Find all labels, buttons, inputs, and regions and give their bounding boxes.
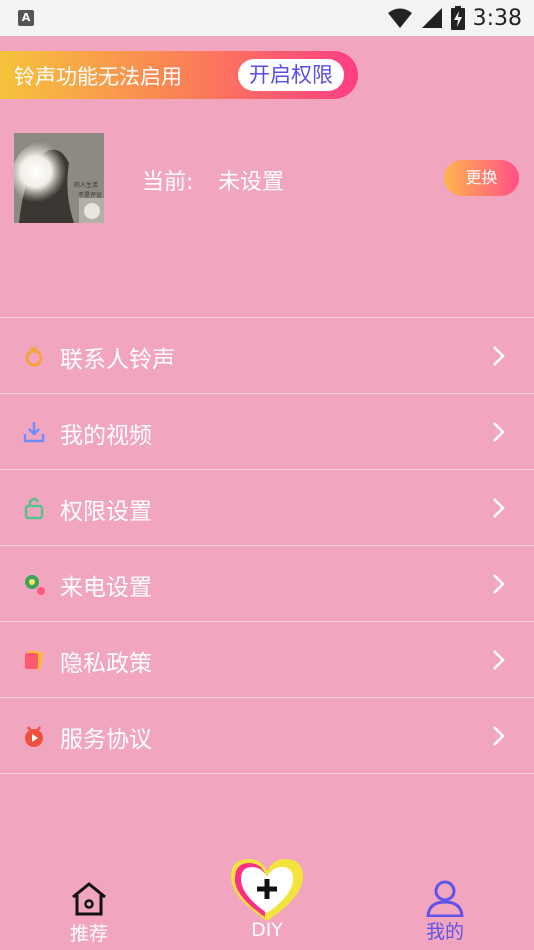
enable-permission-button[interactable]: 开启权限 — [238, 59, 344, 91]
thumbnail-caption-1: 的人生活 — [74, 181, 98, 189]
menu-item-label: 来电设置 — [60, 575, 152, 601]
ringtone-thumbnail[interactable]: 的人生活 不是评论 — [14, 133, 104, 223]
banner-text: 铃声功能无法启用 — [14, 65, 182, 89]
wifi-icon — [387, 8, 412, 28]
chevron-right-icon — [493, 422, 505, 442]
menu-item-permission-settings[interactable]: 权限设置 — [0, 470, 534, 546]
menu-item-label: 联系人铃声 — [60, 347, 175, 373]
call-settings-icon — [25, 575, 45, 595]
menu-item-contact-ringtone[interactable]: 联系人铃声 — [0, 318, 534, 394]
menu-item-service-agreement[interactable]: 服务协议 — [0, 698, 534, 774]
menu-item-my-videos[interactable]: 我的视频 — [0, 394, 534, 470]
tab-label: 推荐 — [69, 923, 108, 945]
chevron-right-icon — [493, 650, 505, 670]
battery-charging-icon — [450, 6, 465, 30]
menu-item-label: 权限设置 — [60, 499, 152, 525]
chevron-right-icon — [493, 726, 505, 746]
current-label: 当前: — [142, 170, 194, 195]
user-icon — [426, 880, 464, 918]
settings-menu: 联系人铃声 我的视频 权限设置 来电设置 隐私政策 服务协议 — [0, 317, 534, 774]
status-time: 3:38 — [472, 5, 522, 31]
chevron-right-icon — [493, 498, 505, 518]
status-bar: A 3:38 — [0, 0, 534, 36]
menu-item-label: 我的视频 — [60, 423, 152, 449]
tab-mine[interactable]: 我的 — [420, 879, 470, 944]
heart-plus-icon — [231, 859, 303, 921]
menu-item-privacy-policy[interactable]: 隐私政策 — [0, 622, 534, 698]
change-button[interactable]: 更换 — [444, 160, 519, 196]
chevron-right-icon — [493, 574, 505, 594]
ring-icon — [25, 346, 43, 367]
tab-label: 我的 — [425, 921, 464, 943]
tab-recommend[interactable]: 推荐 — [64, 881, 114, 946]
status-icons: 3:38 — [387, 4, 522, 32]
download-icon — [23, 422, 45, 443]
home-icon — [72, 882, 106, 916]
thumbnail-image: 的人生活 不是评论 — [14, 133, 104, 223]
menu-item-call-settings[interactable]: 来电设置 — [0, 546, 534, 622]
notification-icon: A — [18, 10, 34, 26]
permission-banner: 铃声功能无法启用 开启权限 — [0, 51, 358, 99]
chevron-right-icon — [493, 346, 505, 366]
bottom-tab-bar: 推荐 DIY 我的 — [0, 855, 534, 950]
signal-icon — [421, 8, 442, 28]
current-value: 未设置 — [218, 170, 285, 195]
thumbnail-caption-2: 不是评论 — [78, 191, 102, 199]
privacy-icon — [25, 650, 44, 670]
agreement-icon — [25, 726, 43, 747]
menu-item-label: 隐私政策 — [60, 651, 152, 677]
lock-icon — [24, 497, 44, 520]
tab-diy[interactable]: DIY — [226, 857, 308, 941]
menu-item-label: 服务协议 — [60, 727, 152, 753]
